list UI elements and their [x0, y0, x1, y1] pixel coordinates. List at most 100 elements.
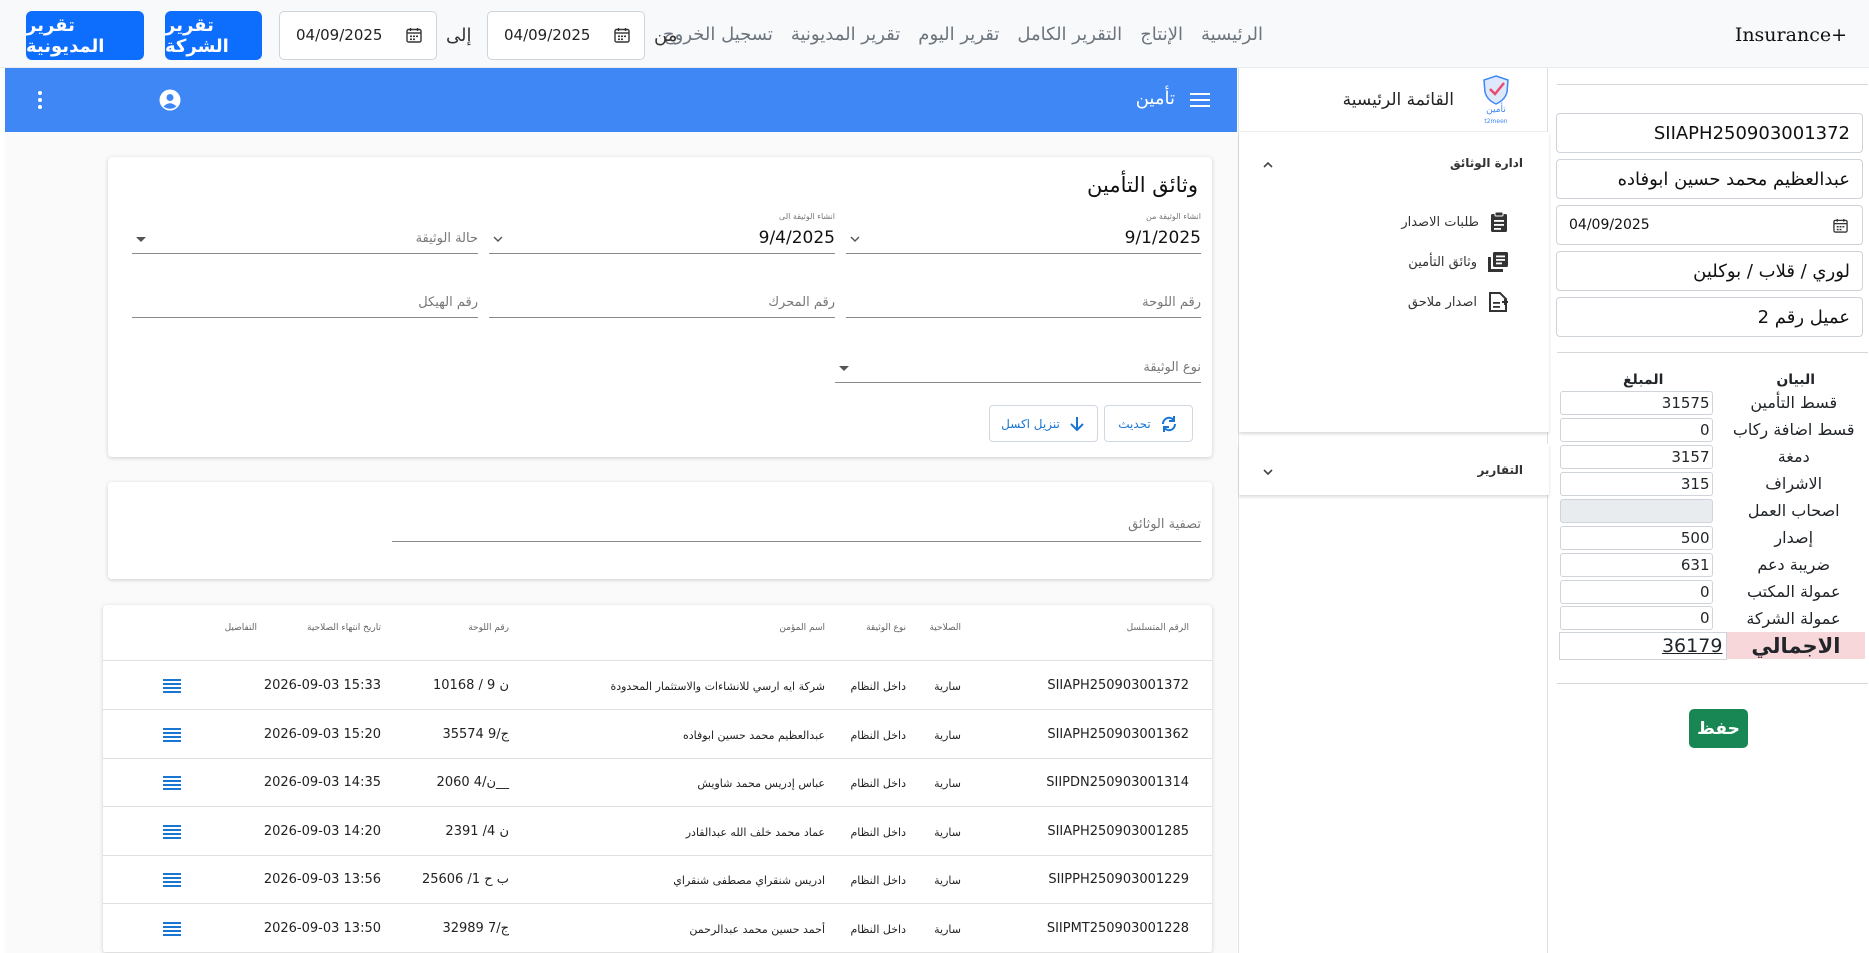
nav-link-production[interactable]: الإنتاج	[1140, 24, 1183, 45]
fee-value-input[interactable]: 500	[1559, 525, 1713, 550]
table-row[interactable]: SIIPDN250903001314 سارية داخل النظام عباس إ…	[103, 759, 1212, 807]
serial-number-cell: SIIAPH250903001285	[1047, 823, 1189, 839]
column-header[interactable]: الصلاحية	[929, 623, 961, 633]
chevron-down-icon[interactable]	[1261, 465, 1275, 479]
section-title[interactable]: التقارير	[1477, 463, 1523, 477]
table-row[interactable]: SIIAPH250903001362 سارية داخل النظام عبدالع…	[103, 711, 1212, 759]
fee-row: 3157 دمغة	[1559, 443, 1865, 470]
fee-value-input[interactable]: 31575	[1559, 390, 1713, 415]
validity-cell: سارية	[934, 728, 961, 742]
details-icon[interactable]	[162, 727, 182, 743]
customer-name-field[interactable]: عبدالعظيم محمد حسين ابوفاده	[1556, 159, 1863, 199]
serial-number-cell: SIIAPH250903001372	[1047, 678, 1189, 693]
details-icon[interactable]	[162, 775, 182, 791]
details-icon[interactable]	[162, 678, 182, 694]
nav-link-logout[interactable]: تسجيل الخروج	[663, 24, 773, 45]
field-label: انشاء الوثيقة الى	[779, 212, 835, 221]
client-field[interactable]: عميل رقم 2	[1556, 297, 1863, 337]
fee-value-input[interactable]: 315	[1559, 471, 1713, 496]
sidebar-item-insurance-docs[interactable]: وثائق التأمين	[1408, 251, 1509, 273]
calendar-icon[interactable]	[1833, 218, 1848, 233]
sidebar-section-documents: ادارة الوثائق طلبات الاصدار وثائق التأمي…	[1239, 132, 1549, 432]
nav-link-home[interactable]: الرئيسية	[1201, 24, 1263, 45]
sidebar-title: القائمة الرئيسية	[1342, 90, 1454, 110]
calendar-icon[interactable]	[406, 27, 422, 43]
fee-value-input[interactable]: 3157	[1559, 444, 1713, 469]
table-row[interactable]: SIIPMT250903001228 سارية داخل النظام أحمد ح…	[103, 905, 1212, 953]
table-row[interactable]: SIIPPH250903001229 سارية داخل النظام ادريس …	[103, 856, 1212, 904]
section-title[interactable]: ادارة الوثائق	[1450, 156, 1523, 170]
chassis-number-field[interactable]: رقم الهيكل	[132, 286, 478, 318]
from-date-input[interactable]: 04/09/2025	[487, 11, 645, 60]
from-label: من	[654, 25, 678, 46]
created-from-field[interactable]: انشاء الوثيقة من 9/1/2025	[846, 212, 1201, 254]
chevron-down-icon[interactable]	[493, 235, 503, 243]
column-header[interactable]: نوع الوثيقة	[866, 623, 906, 633]
insured-name-cell: ادريس شنقراي مصطفى شنقراي	[673, 874, 825, 887]
sidebar-section-reports[interactable]: التقارير	[1239, 444, 1549, 495]
fee-label: اصحاب العمل	[1747, 501, 1840, 520]
brand[interactable]: Insurance+	[1735, 24, 1847, 46]
calendar-icon[interactable]	[614, 27, 630, 43]
fee-value-input[interactable]: 0	[1559, 417, 1713, 442]
plate-number-cell: ج/7 32989	[442, 920, 509, 936]
refresh-icon	[1161, 415, 1176, 432]
column-header[interactable]: رقم اللوحة	[468, 623, 509, 633]
download-icon	[1070, 416, 1084, 431]
column-header[interactable]: التفاصيل	[225, 623, 257, 633]
table-row[interactable]: SIIAPH250903001285 سارية داخل النظام عماد م…	[103, 808, 1212, 856]
details-icon[interactable]	[162, 872, 182, 888]
refresh-button[interactable]: تحديث	[1104, 405, 1193, 442]
issue-date-field[interactable]: 04/09/2025	[1556, 205, 1863, 245]
download-excel-button[interactable]: تنزيل اكسل	[989, 405, 1098, 442]
more-vert-icon[interactable]	[37, 90, 43, 110]
chevron-up-icon[interactable]	[1261, 158, 1275, 172]
table-header: الرقم المتسلسل الصلاحية نوع الوثيقة اسم …	[103, 605, 1212, 661]
column-header[interactable]: اسم المؤمن	[779, 623, 825, 633]
menu-icon[interactable]	[1190, 92, 1210, 108]
nav-link-full-report[interactable]: التقرير الكامل	[1017, 24, 1122, 45]
status-select[interactable]: حالة الوثيقة	[132, 222, 478, 254]
sidebar-item-issue-requests[interactable]: طلبات الاصدار	[1401, 211, 1509, 233]
documents-table: الرقم المتسلسل الصلاحية نوع الوثيقة اسم …	[103, 605, 1212, 953]
refresh-label: تحديث	[1118, 416, 1151, 431]
fee-value-input[interactable]: 0	[1559, 606, 1713, 631]
plate-number-field[interactable]: رقم اللوحة	[846, 286, 1201, 318]
chevron-down-icon[interactable]	[850, 235, 860, 243]
to-date-input[interactable]: 04/09/2025	[279, 11, 437, 60]
field-placeholder: تصفية الوثائق	[1128, 517, 1201, 532]
column-header[interactable]: الرقم المتسلسل	[1127, 623, 1189, 633]
nav-link-daily-report[interactable]: تقرير اليوم	[918, 24, 999, 45]
sidebar-item-issue-addenda[interactable]: اصدار ملاحق	[1408, 291, 1509, 313]
sidebar-item-label: طلبات الاصدار	[1401, 214, 1479, 230]
details-icon[interactable]	[162, 824, 182, 840]
details-icon[interactable]	[162, 921, 182, 937]
expiry-date-cell: 2026-09-03 15:33	[263, 678, 381, 693]
debt-report-button[interactable]: تقرير المديونية	[26, 11, 144, 60]
save-button[interactable]: حفظ	[1689, 709, 1748, 748]
dropdown-arrow-icon	[136, 237, 146, 242]
document-type-cell: داخل النظام	[850, 874, 907, 887]
engine-number-field[interactable]: رقم المحرك	[489, 286, 835, 318]
document-type-select[interactable]: نوع الوثيقة	[835, 351, 1201, 383]
table-row[interactable]: SIIAPH250903001372 سارية داخل النظام شركة ا…	[103, 662, 1212, 710]
page-title: وثائق التأمين	[1087, 173, 1198, 197]
document-filter-input[interactable]: تصفية الوثائق	[392, 508, 1201, 542]
column-header[interactable]: تاريخ انتهاء الصلاحية	[307, 623, 381, 633]
company-report-button[interactable]: تقرير الشركة	[165, 11, 262, 60]
fee-row: 0 عمولة المكتب	[1559, 578, 1865, 605]
serial-number-cell: SIIPDN250903001314	[1046, 775, 1189, 790]
nav-link-debt-report[interactable]: تقرير المديونية	[791, 24, 900, 45]
dropdown-arrow-icon	[839, 366, 849, 371]
policy-number-field[interactable]: SIIAPH250903001372	[1556, 113, 1863, 153]
fee-label: قسط التأمين	[1750, 393, 1838, 412]
fee-value-input[interactable]: 631	[1559, 552, 1713, 577]
user-icon[interactable]	[159, 89, 181, 111]
created-to-field[interactable]: انشاء الوثيقة الى 9/4/2025	[489, 212, 835, 254]
fee-value-input[interactable]	[1559, 498, 1713, 523]
fee-value-input[interactable]: 0	[1559, 579, 1713, 604]
field-placeholder: رقم المحرك	[768, 295, 835, 310]
plate-number-cell: ن 4/ 2391	[445, 823, 509, 839]
vehicle-type-field[interactable]: لوري / قلاب / بوكلين	[1556, 251, 1863, 291]
from-date-value: 04/09/2025	[504, 26, 591, 44]
